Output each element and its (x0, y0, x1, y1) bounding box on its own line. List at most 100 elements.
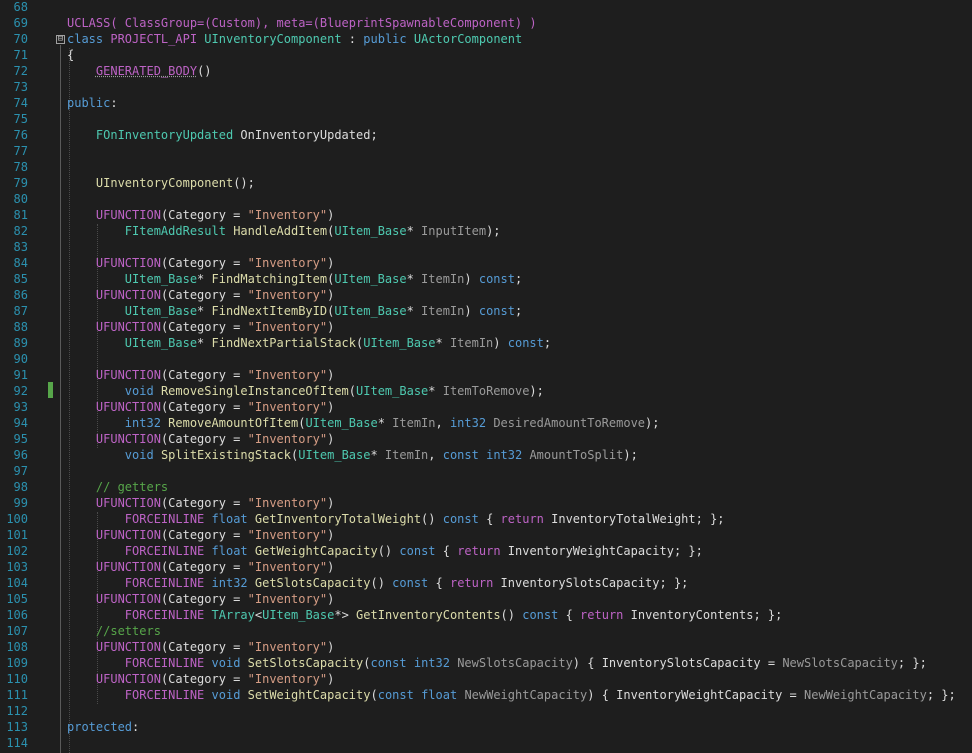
code-line[interactable]: 71 { (0, 47, 972, 63)
code-line[interactable]: 106 FORCEINLINE TArray<UItem_Base*> GetI… (0, 607, 972, 623)
code-line[interactable]: 108 UFUNCTION(Category = "Inventory") (0, 639, 972, 655)
line-code: void RemoveSingleInstanceOfItem(UItem_Ba… (67, 383, 544, 399)
code-line[interactable]: 95 UFUNCTION(Category = "Inventory") (0, 431, 972, 447)
code-token: { (558, 608, 581, 622)
code-line[interactable]: 78 (0, 159, 972, 175)
code-token: "Inventory" (247, 400, 328, 414)
line-number: 75 (13, 112, 28, 126)
line-code: UFUNCTION(Category = "Inventory") (67, 591, 334, 607)
code-token: "Inventory" (247, 208, 328, 222)
code-token: UFUNCTION (95, 528, 161, 542)
line-number: 110 (6, 672, 28, 686)
code-token: *> (334, 608, 357, 622)
code-line[interactable]: 94 int32 RemoveAmountOfItem(UItem_Base* … (0, 415, 972, 431)
code-line[interactable]: 90 (0, 351, 972, 367)
code-line[interactable]: 88 UFUNCTION(Category = "Inventory") (0, 319, 972, 335)
code-line[interactable]: 113 protected: (0, 719, 972, 735)
code-line[interactable]: 83 (0, 239, 972, 255)
code-line[interactable]: 93 UFUNCTION(Category = "Inventory") (0, 399, 972, 415)
code-token: const (399, 544, 436, 558)
line-number: 78 (13, 160, 28, 174)
line-number: 79 (13, 176, 28, 190)
code-token: UFUNCTION (95, 400, 161, 414)
code-line[interactable]: 105 UFUNCTION(Category = "Inventory") (0, 591, 972, 607)
code-token: ItemIn (392, 416, 436, 430)
code-line[interactable]: 84 UFUNCTION(Category = "Inventory") (0, 255, 972, 271)
code-line[interactable]: 102 FORCEINLINE float GetWeightCapacity(… (0, 543, 972, 559)
line-code: UItem_Base* FindNextPartialStack(UItem_B… (67, 335, 551, 351)
code-line[interactable]: 109 FORCEINLINE void SetSlotsCapacity(co… (0, 655, 972, 671)
code-line[interactable]: 82 FItemAddResult HandleAddItem(UItem_Ba… (0, 223, 972, 239)
code-line[interactable]: 72 GENERATED_BODY() (0, 63, 972, 79)
code-line[interactable]: 85 UItem_Base* FindMatchingItem(UItem_Ba… (0, 271, 972, 287)
code-line[interactable]: 87 UItem_Base* FindNextItemByID(UItem_Ba… (0, 303, 972, 319)
code-line[interactable]: 81 UFUNCTION(Category = "Inventory") (0, 207, 972, 223)
code-line[interactable]: 73 (0, 79, 972, 95)
code-line[interactable]: 114 (0, 735, 972, 751)
line-code: FORCEINLINE void SetSlotsCapacity(const … (67, 655, 927, 671)
code-token: ) (327, 288, 335, 302)
code-token: (Category = (160, 496, 248, 510)
code-token: FORCEINLINE (124, 608, 205, 622)
code-line[interactable]: 80 (0, 191, 972, 207)
code-token: SetSlotsCapacity (247, 656, 364, 670)
code-line[interactable]: 104 FORCEINLINE int32 GetSlotsCapacity()… (0, 575, 972, 591)
line-number: 106 (6, 608, 28, 622)
code-token: UFUNCTION (95, 368, 161, 382)
code-token: (Category = (160, 592, 248, 606)
code-token: return (580, 608, 624, 622)
code-token: InventoryContents; }; (623, 608, 783, 622)
line-number: 77 (13, 144, 28, 158)
code-token: ItemIn (384, 448, 429, 462)
code-line[interactable]: 91 UFUNCTION(Category = "Inventory") (0, 367, 972, 383)
code-line[interactable]: 96 void SplitExistingStack(UItem_Base* I… (0, 447, 972, 463)
code-line[interactable]: 79 UInventoryComponent(); (0, 175, 972, 191)
code-token: * (406, 272, 422, 286)
code-line[interactable]: 110 UFUNCTION(Category = "Inventory") (0, 671, 972, 687)
code-line[interactable]: 100 FORCEINLINE float GetInventoryTotalW… (0, 511, 972, 527)
code-token: const (377, 688, 414, 702)
code-line[interactable]: 103 UFUNCTION(Category = "Inventory") (0, 559, 972, 575)
line-code: FORCEINLINE int32 GetSlotsCapacity() con… (67, 575, 689, 591)
code-line[interactable]: 69 UCLASS( ClassGroup=(Custom), meta=(Blu… (0, 15, 972, 31)
line-code: void SplitExistingStack(UItem_Base* Item… (67, 447, 638, 463)
code-line[interactable]: 77 (0, 143, 972, 159)
line-code: UCLASS( ClassGroup=(Custom), meta=(Bluep… (67, 15, 537, 31)
code-token: ( (370, 688, 378, 702)
code-token: UFUNCTION (95, 560, 161, 574)
code-line[interactable]: 76 FOnInventoryUpdated OnInventoryUpdate… (0, 127, 972, 143)
code-token: UItem_Base (262, 608, 335, 622)
code-line[interactable]: 86 UFUNCTION(Category = "Inventory") (0, 287, 972, 303)
code-line[interactable]: 97 (0, 463, 972, 479)
code-line[interactable]: 74 public: (0, 95, 972, 111)
code-line[interactable]: 112 (0, 703, 972, 719)
code-line[interactable]: 70 class PROJECTL_API UInventoryComponent… (0, 31, 972, 47)
code-line[interactable]: 92 void RemoveSingleInstanceOfItem(UItem… (0, 383, 972, 399)
line-number: 92 (13, 384, 28, 398)
code-line[interactable]: 101 UFUNCTION(Category = "Inventory") (0, 527, 972, 543)
code-token: "Inventory" (247, 256, 328, 270)
code-token: ) (327, 496, 335, 510)
code-token: NewWeightCapacity (804, 688, 927, 702)
code-token: "Inventory" (247, 528, 328, 542)
code-line[interactable]: 89 UItem_Base* FindNextPartialStack(UIte… (0, 335, 972, 351)
code-line[interactable]: 99 UFUNCTION(Category = "Inventory") (0, 495, 972, 511)
line-number: 109 (6, 656, 28, 670)
code-line[interactable]: 107 //setters (0, 623, 972, 639)
code-line[interactable]: 75 (0, 111, 972, 127)
code-editor[interactable]: ⊟ 68 69 UCLASS( ClassGroup=(Custom), meta=… (0, 0, 972, 753)
line-code: UFUNCTION(Category = "Inventory") (67, 527, 334, 543)
code-line[interactable]: 111 FORCEINLINE void SetWeightCapacity(c… (0, 687, 972, 703)
code-line[interactable]: 98 // getters (0, 479, 972, 495)
code-line[interactable]: 68 (0, 0, 972, 15)
code-token: * (370, 448, 385, 462)
code-token: UCLASS( ClassGroup=(Custom), meta=(Bluep… (67, 16, 537, 30)
code-token: * (406, 304, 422, 318)
